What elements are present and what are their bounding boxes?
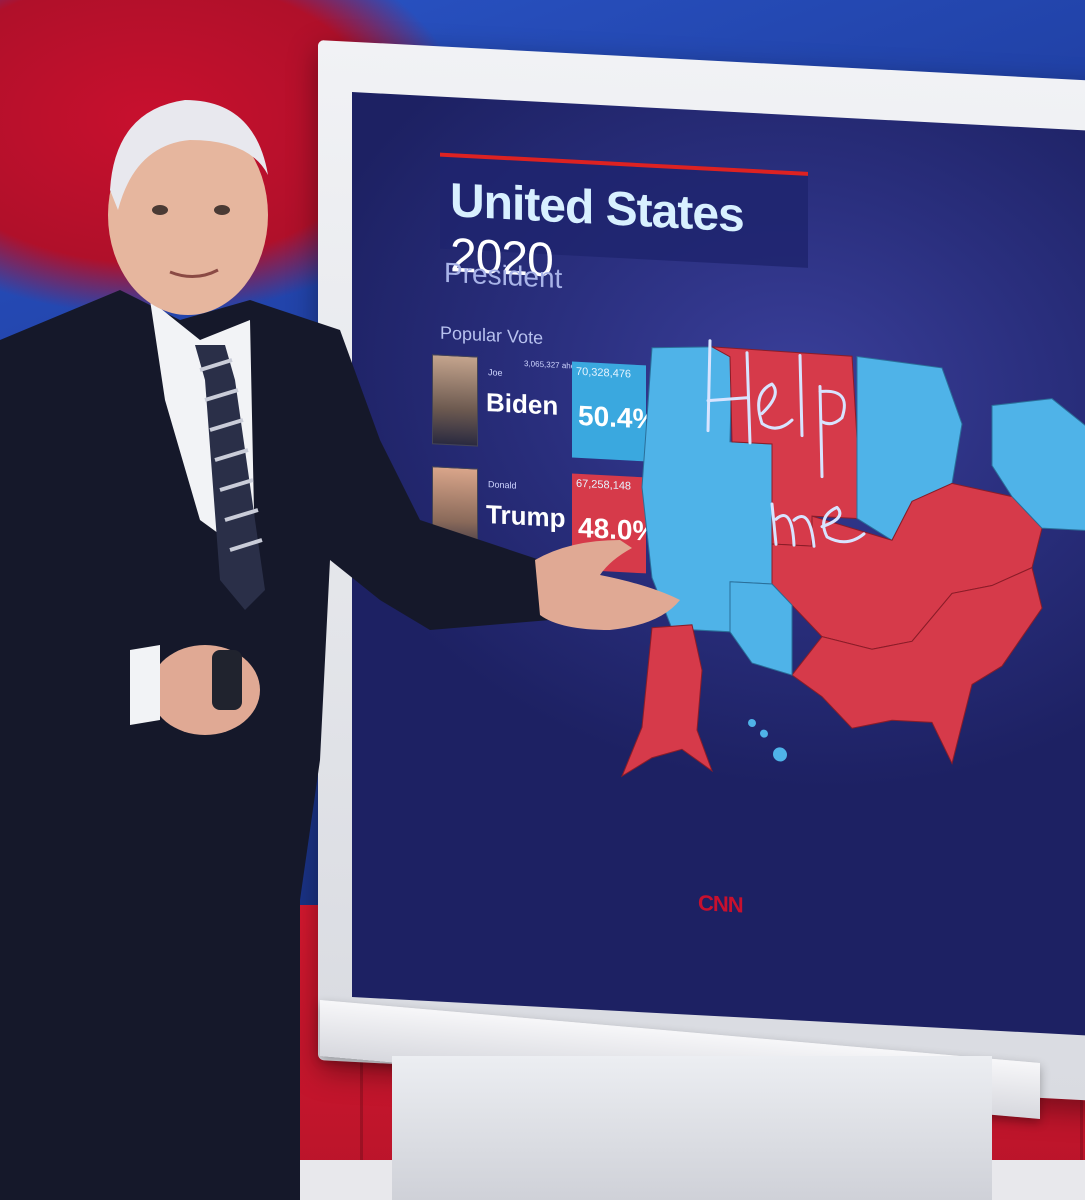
hawaii-island	[760, 729, 768, 738]
remote-clicker	[212, 650, 242, 710]
news-anchor	[0, 100, 680, 1200]
map-region-southwest-blue	[729, 581, 793, 676]
shirt-cuff	[130, 645, 160, 725]
cnn-logo: CNN	[698, 890, 743, 918]
handwriting-l-stroke	[798, 353, 804, 438]
right-eye	[214, 205, 230, 215]
left-hand	[150, 645, 260, 735]
left-eye	[152, 205, 168, 215]
right-hand	[535, 540, 680, 630]
hawaii-island	[748, 718, 756, 727]
map-region-hawaii	[748, 718, 787, 762]
suit-jacket	[0, 290, 550, 1200]
hawaii-island	[773, 747, 787, 762]
